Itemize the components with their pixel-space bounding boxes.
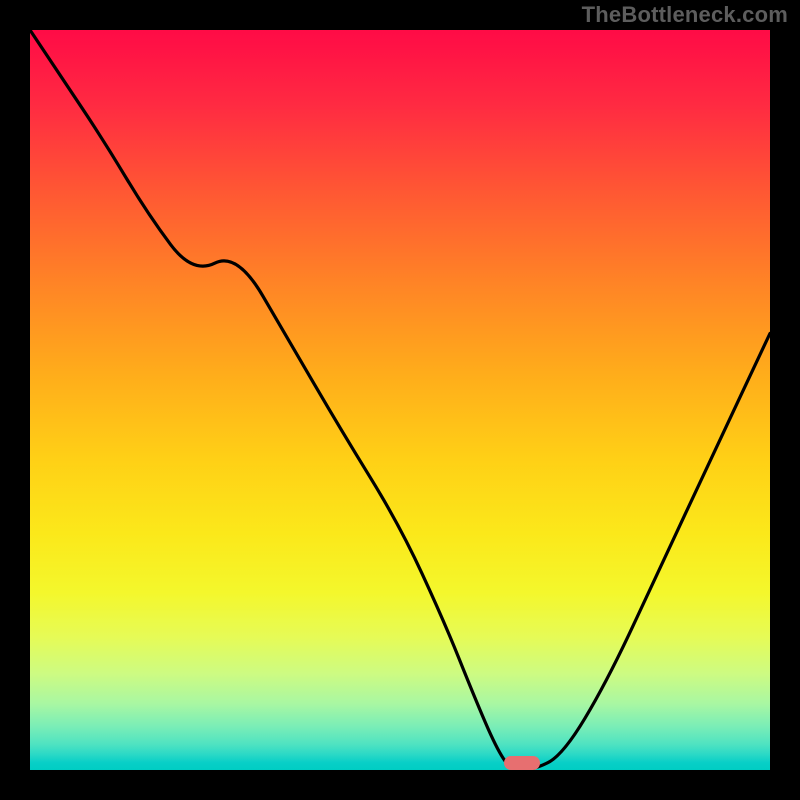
bottleneck-curve [30,30,770,770]
optimum-marker [504,756,540,770]
chart-frame: TheBottleneck.com [0,0,800,800]
plot-area [30,30,770,770]
curve-path [30,30,770,770]
watermark-text: TheBottleneck.com [582,2,788,28]
